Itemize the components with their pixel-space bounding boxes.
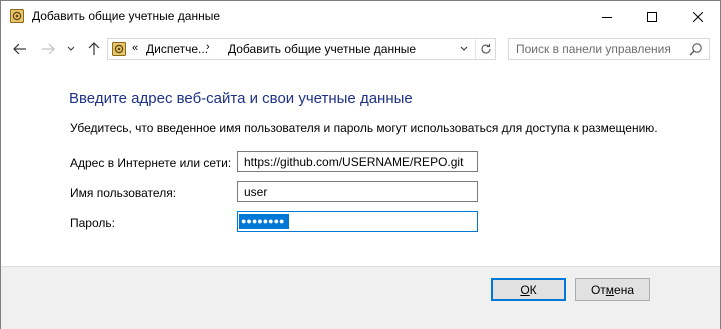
- address-dropdown-button[interactable]: [457, 42, 471, 56]
- cancel-mnemonic: м: [605, 282, 615, 297]
- close-button[interactable]: [675, 1, 720, 32]
- instruction-text: Убедитесь, что введенное имя пользовател…: [70, 121, 658, 135]
- window-title: Добавить общие учетные данные: [32, 9, 221, 23]
- minimize-icon: [601, 16, 612, 18]
- hidden-crumbs-chevron[interactable]: «: [132, 42, 138, 54]
- username-label: Имя пользователя:: [70, 186, 177, 200]
- dialog-footer: ОК От м ена: [1, 266, 720, 329]
- recent-locations-icon: [67, 46, 75, 51]
- search-box: [508, 38, 710, 60]
- refresh-icon: [481, 43, 491, 54]
- maximize-icon: [646, 11, 657, 22]
- address-label: Адрес в Интернете или сети:: [70, 156, 232, 170]
- cancel-label-end: ена: [614, 282, 635, 297]
- username-field[interactable]: [237, 181, 478, 202]
- title-bar: Добавить общие учетные данные: [1, 1, 720, 32]
- back-arrow-icon: [13, 43, 26, 55]
- password-field[interactable]: ●●●●●●●●: [237, 211, 478, 232]
- close-icon: [692, 11, 703, 22]
- breadcrumb-add-credentials[interactable]: Добавить общие учетные данные: [228, 42, 416, 56]
- up-arrow-icon: [88, 42, 100, 55]
- credential-manager-icon: [112, 42, 126, 56]
- minimize-button[interactable]: [584, 1, 629, 32]
- credential-manager-icon: [10, 9, 24, 23]
- cancel-button[interactable]: От м ена: [575, 278, 650, 301]
- password-mask: ●●●●●●●●: [239, 214, 289, 229]
- recent-locations-button[interactable]: [65, 40, 77, 58]
- ok-button[interactable]: ОК: [491, 278, 566, 301]
- credentials-dialog: Добавить общие учетные данные « Диспетче…: [0, 0, 721, 329]
- dropdown-icon: [460, 46, 468, 51]
- maximize-button[interactable]: [629, 1, 674, 32]
- ok-label-rest: К: [529, 282, 537, 297]
- breadcrumb-separator[interactable]: ›: [206, 41, 210, 53]
- refresh-button[interactable]: [475, 39, 496, 59]
- search-input[interactable]: [509, 39, 692, 59]
- ok-mnemonic: О: [520, 282, 530, 297]
- search-icon[interactable]: [689, 42, 703, 56]
- internet-address-field[interactable]: [237, 151, 478, 172]
- page-heading: Введите адрес веб-сайта и свои учетные д…: [69, 90, 413, 107]
- forward-button[interactable]: [39, 40, 57, 58]
- breadcrumb-credential-manager[interactable]: Диспетче...: [146, 42, 208, 56]
- forward-arrow-icon: [42, 43, 55, 55]
- up-button[interactable]: [85, 40, 103, 58]
- password-label: Пароль:: [70, 216, 115, 230]
- navigation-bar: « Диспетче... › Добавить общие учетные д…: [1, 32, 720, 68]
- address-bar[interactable]: « Диспетче... › Добавить общие учетные д…: [107, 38, 496, 60]
- back-button[interactable]: [11, 40, 29, 58]
- cancel-label-start: От: [590, 282, 606, 297]
